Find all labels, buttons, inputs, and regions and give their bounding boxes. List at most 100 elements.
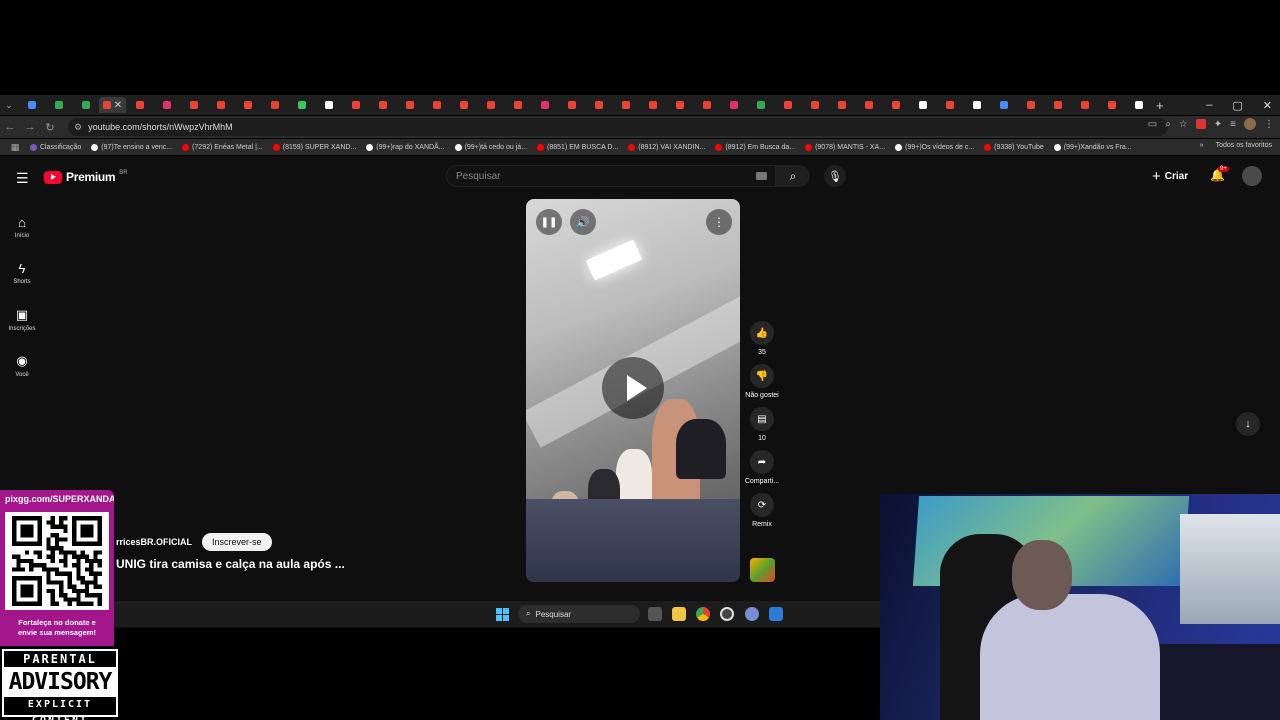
bookmark-item[interactable]: (7292) Enéas Metal |...: [182, 143, 263, 151]
taskbar-search[interactable]: ⌕ Pesquisar: [518, 605, 640, 623]
dislike-button[interactable]: 👎 Não gostei: [742, 364, 782, 399]
browser-tab[interactable]: [261, 97, 288, 113]
forward-icon[interactable]: →: [20, 121, 40, 133]
user-avatar[interactable]: [1242, 166, 1262, 186]
browser-tab[interactable]: [477, 97, 504, 113]
browser-tab[interactable]: [828, 97, 855, 113]
browser-tab[interactable]: [126, 97, 153, 113]
bookmark-star-icon[interactable]: ☆: [1179, 119, 1188, 130]
task-view-icon[interactable]: [648, 607, 662, 621]
browser-tab[interactable]: [1125, 97, 1152, 113]
back-icon[interactable]: ←: [0, 121, 20, 133]
browser-menu-icon[interactable]: ⋮: [1264, 119, 1274, 130]
apps-grid-icon[interactable]: ▦: [0, 142, 30, 153]
browser-tab[interactable]: [396, 97, 423, 113]
extensions-puzzle-icon[interactable]: ✦: [1214, 119, 1222, 130]
windows-start-icon[interactable]: [496, 608, 509, 621]
search-input[interactable]: Pesquisar: [446, 165, 776, 187]
sidebar-item-home[interactable]: ⌂ Início: [0, 204, 44, 250]
bookmark-item[interactable]: Classificação: [30, 143, 81, 151]
bookmark-item[interactable]: (99+)rap do XANDÃ...: [366, 143, 445, 151]
browser-tab[interactable]: [423, 97, 450, 113]
browser-tab[interactable]: [612, 97, 639, 113]
keyboard-icon[interactable]: [756, 172, 767, 180]
browser-tab[interactable]: [180, 97, 207, 113]
steam-icon[interactable]: [769, 607, 783, 621]
video-title[interactable]: UNIG tira camisa e calça na aula após ..…: [116, 557, 345, 571]
next-short-button[interactable]: ↓: [1236, 412, 1260, 436]
cast-icon[interactable]: ▭: [1148, 119, 1157, 130]
browser-tab[interactable]: [558, 97, 585, 113]
browser-tab[interactable]: [504, 97, 531, 113]
browser-tab[interactable]: [990, 97, 1017, 113]
tab-list-icon[interactable]: ⌄: [0, 100, 18, 111]
browser-tab[interactable]: [207, 97, 234, 113]
tab-search-icon[interactable]: ≡: [1230, 119, 1236, 130]
browser-tab[interactable]: [639, 97, 666, 113]
all-favorites-folder[interactable]: Todos os favoritos: [1216, 142, 1272, 149]
sidebar-item-shorts[interactable]: ϟ Shorts: [0, 250, 44, 296]
share-button[interactable]: ➦ Comparti...: [742, 450, 782, 485]
close-window-icon[interactable]: ✕: [1263, 99, 1272, 112]
browser-tab[interactable]: [693, 97, 720, 113]
browser-tab[interactable]: [585, 97, 612, 113]
address-bar[interactable]: ⚙ youtube.com/shorts/nWwpzVhrMhM: [68, 118, 1168, 136]
browser-tab[interactable]: [1071, 97, 1098, 113]
settings-icon[interactable]: [745, 607, 759, 621]
subscribe-button[interactable]: Inscrever-se: [202, 533, 272, 551]
bookmark-item[interactable]: (8851) EM BUSCA D...: [537, 143, 618, 151]
sidebar-item-you[interactable]: ◉ Você: [0, 342, 44, 388]
browser-tab[interactable]: [963, 97, 990, 113]
browser-tab[interactable]: [909, 97, 936, 113]
bookmark-item[interactable]: (99+)tá cedo ou já...: [454, 143, 527, 151]
bookmark-item[interactable]: (8912) Em Busca da...: [715, 143, 795, 151]
browser-tab[interactable]: [153, 97, 180, 113]
close-tab-icon[interactable]: ✕: [114, 100, 122, 111]
browser-tab[interactable]: [747, 97, 774, 113]
browser-tab[interactable]: [288, 97, 315, 113]
more-bookmarks-icon[interactable]: »: [1200, 142, 1204, 149]
youtube-premium-logo[interactable]: Premium BR: [44, 170, 128, 184]
create-button[interactable]: + Criar: [1152, 168, 1188, 185]
file-explorer-icon[interactable]: [672, 607, 686, 621]
bookmark-item[interactable]: (8912) VAI XANDIN...: [628, 143, 705, 151]
new-tab-icon[interactable]: +: [1156, 98, 1164, 113]
voice-search-button[interactable]: 🎙: [824, 165, 846, 187]
zoom-icon[interactable]: ⌕: [1165, 119, 1171, 130]
shorts-video-player[interactable]: ❚❚ 🔊 ⋮: [526, 199, 740, 582]
browser-tab[interactable]: [45, 97, 72, 113]
browser-tab[interactable]: [531, 97, 558, 113]
browser-tab[interactable]: [882, 97, 909, 113]
browser-tab[interactable]: [369, 97, 396, 113]
browser-tab[interactable]: [450, 97, 477, 113]
pause-button[interactable]: ❚❚: [536, 209, 562, 235]
sound-thumbnail[interactable]: [750, 558, 775, 582]
volume-button[interactable]: 🔊: [570, 209, 596, 235]
reload-icon[interactable]: ↻: [40, 121, 60, 134]
bookmark-item[interactable]: (9078) MANTIS - XA...: [805, 143, 885, 151]
browser-tab[interactable]: [315, 97, 342, 113]
channel-name[interactable]: rricesBR.OFICIAL: [116, 537, 192, 547]
like-button[interactable]: 👍 35: [742, 321, 782, 356]
browser-tab[interactable]: [774, 97, 801, 113]
search-button[interactable]: ⌕: [776, 165, 810, 187]
browser-tab[interactable]: [720, 97, 747, 113]
bookmark-item[interactable]: (99+)Xandão vs Fra...: [1053, 143, 1132, 151]
profile-avatar[interactable]: [1244, 118, 1256, 130]
browser-tab[interactable]: [342, 97, 369, 113]
extension-icon[interactable]: [1195, 119, 1206, 129]
browser-tab[interactable]: [801, 97, 828, 113]
browser-tab[interactable]: [234, 97, 261, 113]
more-options-button[interactable]: ⋮: [706, 209, 732, 235]
comments-button[interactable]: ▤ 10: [742, 407, 782, 442]
browser-tab[interactable]: [1017, 97, 1044, 113]
browser-tab[interactable]: ✕: [99, 97, 126, 113]
minimize-icon[interactable]: –: [1206, 99, 1212, 111]
menu-icon[interactable]: ☰: [16, 170, 29, 187]
browser-tab[interactable]: [18, 97, 45, 113]
site-info-icon[interactable]: ⚙: [74, 122, 82, 133]
maximize-icon[interactable]: ▢: [1232, 99, 1242, 112]
app-icon[interactable]: [720, 607, 734, 621]
bookmark-item[interactable]: (9338) YouTube: [984, 143, 1044, 151]
browser-tab[interactable]: [72, 97, 99, 113]
